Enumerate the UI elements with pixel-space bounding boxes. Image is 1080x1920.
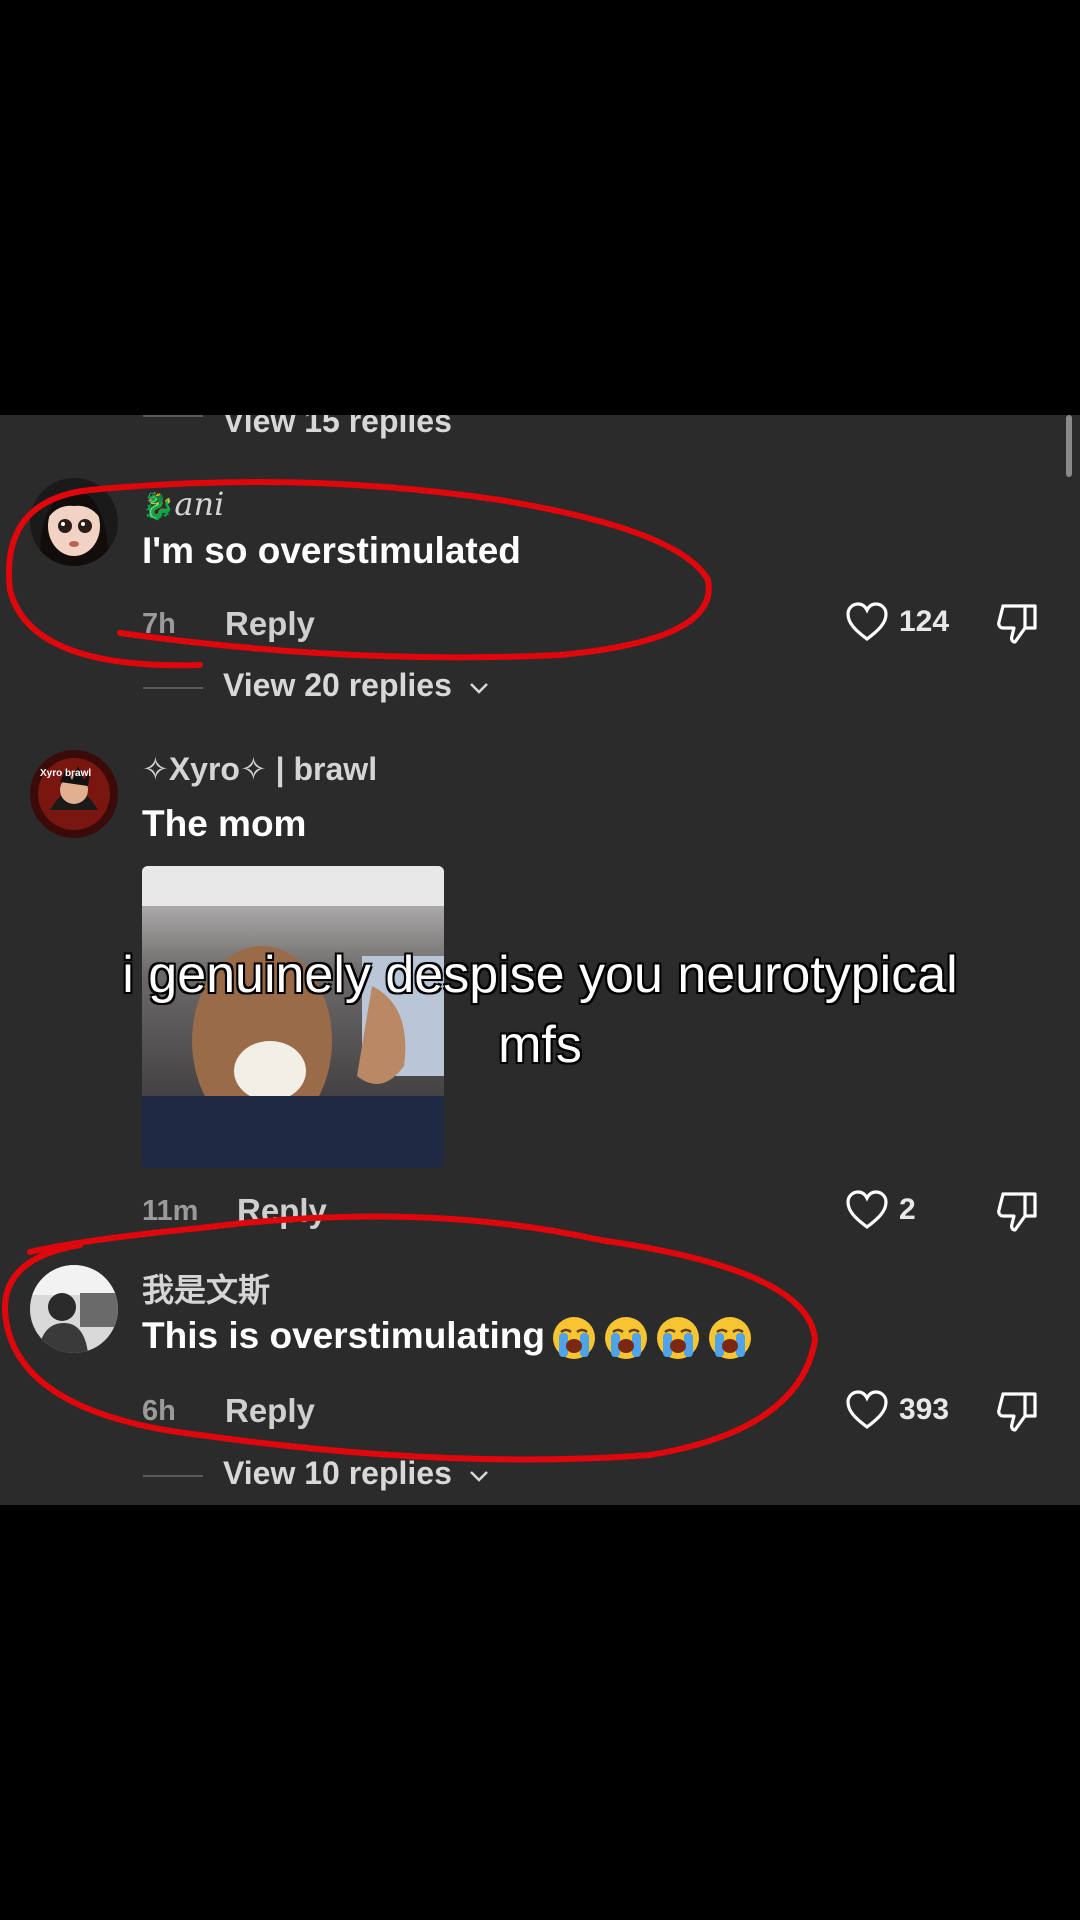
avatar[interactable]: Xyro brawl [30, 750, 118, 838]
dislike-icon [997, 1392, 1037, 1432]
chevron-down-icon [469, 1470, 488, 1482]
view-replies-link[interactable]: View 15 replies [223, 415, 452, 440]
avatar[interactable] [30, 478, 118, 566]
like-button[interactable]: 124 [845, 602, 949, 642]
comment-text: I'm so overstimulated [142, 530, 521, 571]
like-button[interactable]: 393 [845, 1390, 949, 1430]
chevron-down-icon [469, 682, 488, 694]
caption-line: i genuinely despise you neurotypical [122, 946, 958, 1004]
dislike-icon [997, 604, 1037, 644]
dragon-emoji-icon: 🐉 [142, 491, 175, 521]
caption-line: mfs [498, 1016, 582, 1074]
username-text: ani [174, 485, 225, 523]
like-count: 124 [899, 605, 950, 638]
comment-time: 11m [142, 1195, 199, 1227]
comment-time: 7h [142, 608, 176, 640]
avatar[interactable] [30, 1265, 118, 1353]
comment-text-body: This is overstimulating [142, 1315, 545, 1356]
replies-divider [143, 415, 203, 417]
comment-username[interactable]: ✧Xyro✧ | brawl [142, 750, 377, 788]
dislike-button[interactable] [995, 602, 1039, 651]
crying-emoji-group [545, 1315, 753, 1360]
like-button[interactable]: 2 [845, 1190, 916, 1230]
heart-icon [846, 1390, 888, 1430]
view-replies-label: View 15 replies [223, 415, 452, 439]
replies-divider [143, 1475, 203, 1477]
dislike-icon [997, 1192, 1037, 1232]
comment-text: This is overstimulating [142, 1315, 753, 1361]
view-replies-label: View 10 replies [223, 1455, 452, 1491]
reply-button[interactable]: Reply [237, 1192, 327, 1230]
crying-emoji-icon [708, 1317, 751, 1360]
heart-icon [846, 602, 888, 642]
comment-username[interactable]: 🐉ani [142, 485, 224, 523]
reply-button[interactable]: Reply [225, 1392, 315, 1430]
view-replies-label: View 20 replies [223, 667, 452, 703]
comment-text: The mom [142, 803, 307, 844]
like-count: 2 [899, 1193, 916, 1226]
reply-button[interactable]: Reply [225, 605, 315, 643]
scrollbar[interactable] [1066, 415, 1072, 477]
comment-username[interactable]: 我是文斯 [142, 1265, 270, 1311]
video-caption-overlay: i genuinely despise you neurotypical mfs [0, 940, 1080, 1080]
crying-emoji-icon [604, 1317, 647, 1360]
dislike-button[interactable] [995, 1190, 1039, 1239]
replies-divider [143, 687, 203, 689]
crying-emoji-icon [552, 1317, 595, 1360]
svg-text:Xyro brawl: Xyro brawl [40, 768, 91, 779]
like-count: 393 [899, 1393, 950, 1426]
crying-emoji-icon [656, 1317, 699, 1360]
comment-time: 6h [142, 1395, 176, 1427]
view-replies-link[interactable]: View 10 replies [223, 1455, 489, 1492]
heart-icon [846, 1190, 888, 1230]
view-replies-link[interactable]: View 20 replies [223, 667, 489, 704]
dislike-button[interactable] [995, 1390, 1039, 1439]
